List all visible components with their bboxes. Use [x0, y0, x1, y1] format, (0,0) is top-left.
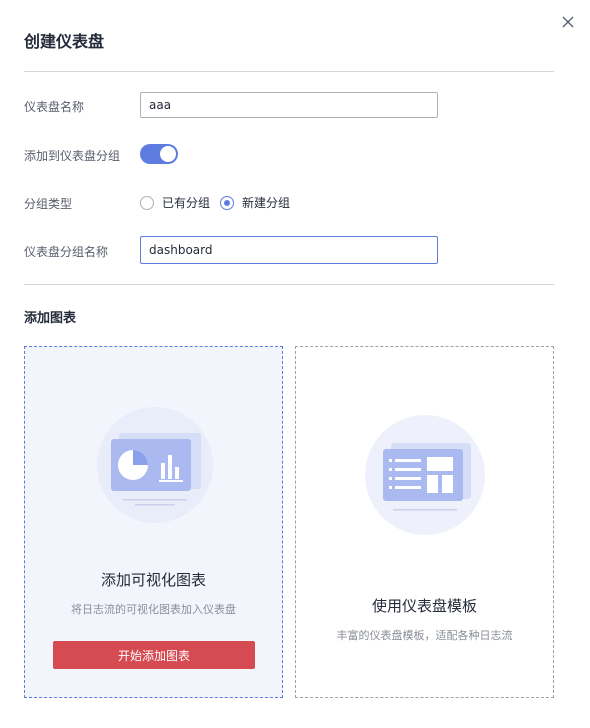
radio-circle [140, 195, 154, 210]
card-title: 添加可视化图表 [100, 571, 206, 589]
toggle-knob [160, 146, 176, 162]
card-description: 将日志流的可视化图表加入仪表盘 [71, 603, 236, 616]
close-icon[interactable] [560, 14, 576, 30]
add-to-group-label: 添加到仪表盘分组 [24, 149, 121, 163]
use-template-card[interactable]: 使用仪表盘模板 丰富的仪表盘模板，适配各种日志流 [295, 346, 554, 698]
radio-new-group[interactable]: 新建分组 [220, 194, 290, 211]
group-type-label: 分组类型 [24, 197, 73, 211]
group-name-label: 仪表盘分组名称 [24, 245, 109, 259]
header-divider [24, 71, 554, 72]
group-type-radio-group: 已有分组 新建分组 [140, 194, 300, 211]
section-divider [24, 284, 554, 285]
start-add-chart-button[interactable]: 开始添加图表 [53, 641, 255, 669]
section-title: 添加图表 [24, 311, 77, 326]
dialog-title: 创建仪表盘 [24, 32, 105, 51]
add-to-group-toggle[interactable] [140, 144, 178, 164]
dashboard-name-input[interactable] [140, 92, 438, 118]
radio-circle-checked [220, 195, 235, 210]
dashboard-name-label: 仪表盘名称 [24, 100, 85, 114]
radio-label: 新建分组 [242, 196, 291, 210]
chart-illustration-icon [97, 407, 213, 523]
card-title: 使用仪表盘模板 [371, 597, 477, 615]
group-name-input[interactable] [140, 236, 438, 264]
template-illustration-icon [365, 415, 485, 535]
card-description: 丰富的仪表盘模板，适配各种日志流 [336, 629, 513, 642]
radio-label: 已有分组 [162, 196, 211, 210]
radio-existing-group[interactable]: 已有分组 [140, 194, 210, 211]
add-visual-chart-card[interactable]: 添加可视化图表 将日志流的可视化图表加入仪表盘 开始添加图表 [24, 346, 283, 698]
